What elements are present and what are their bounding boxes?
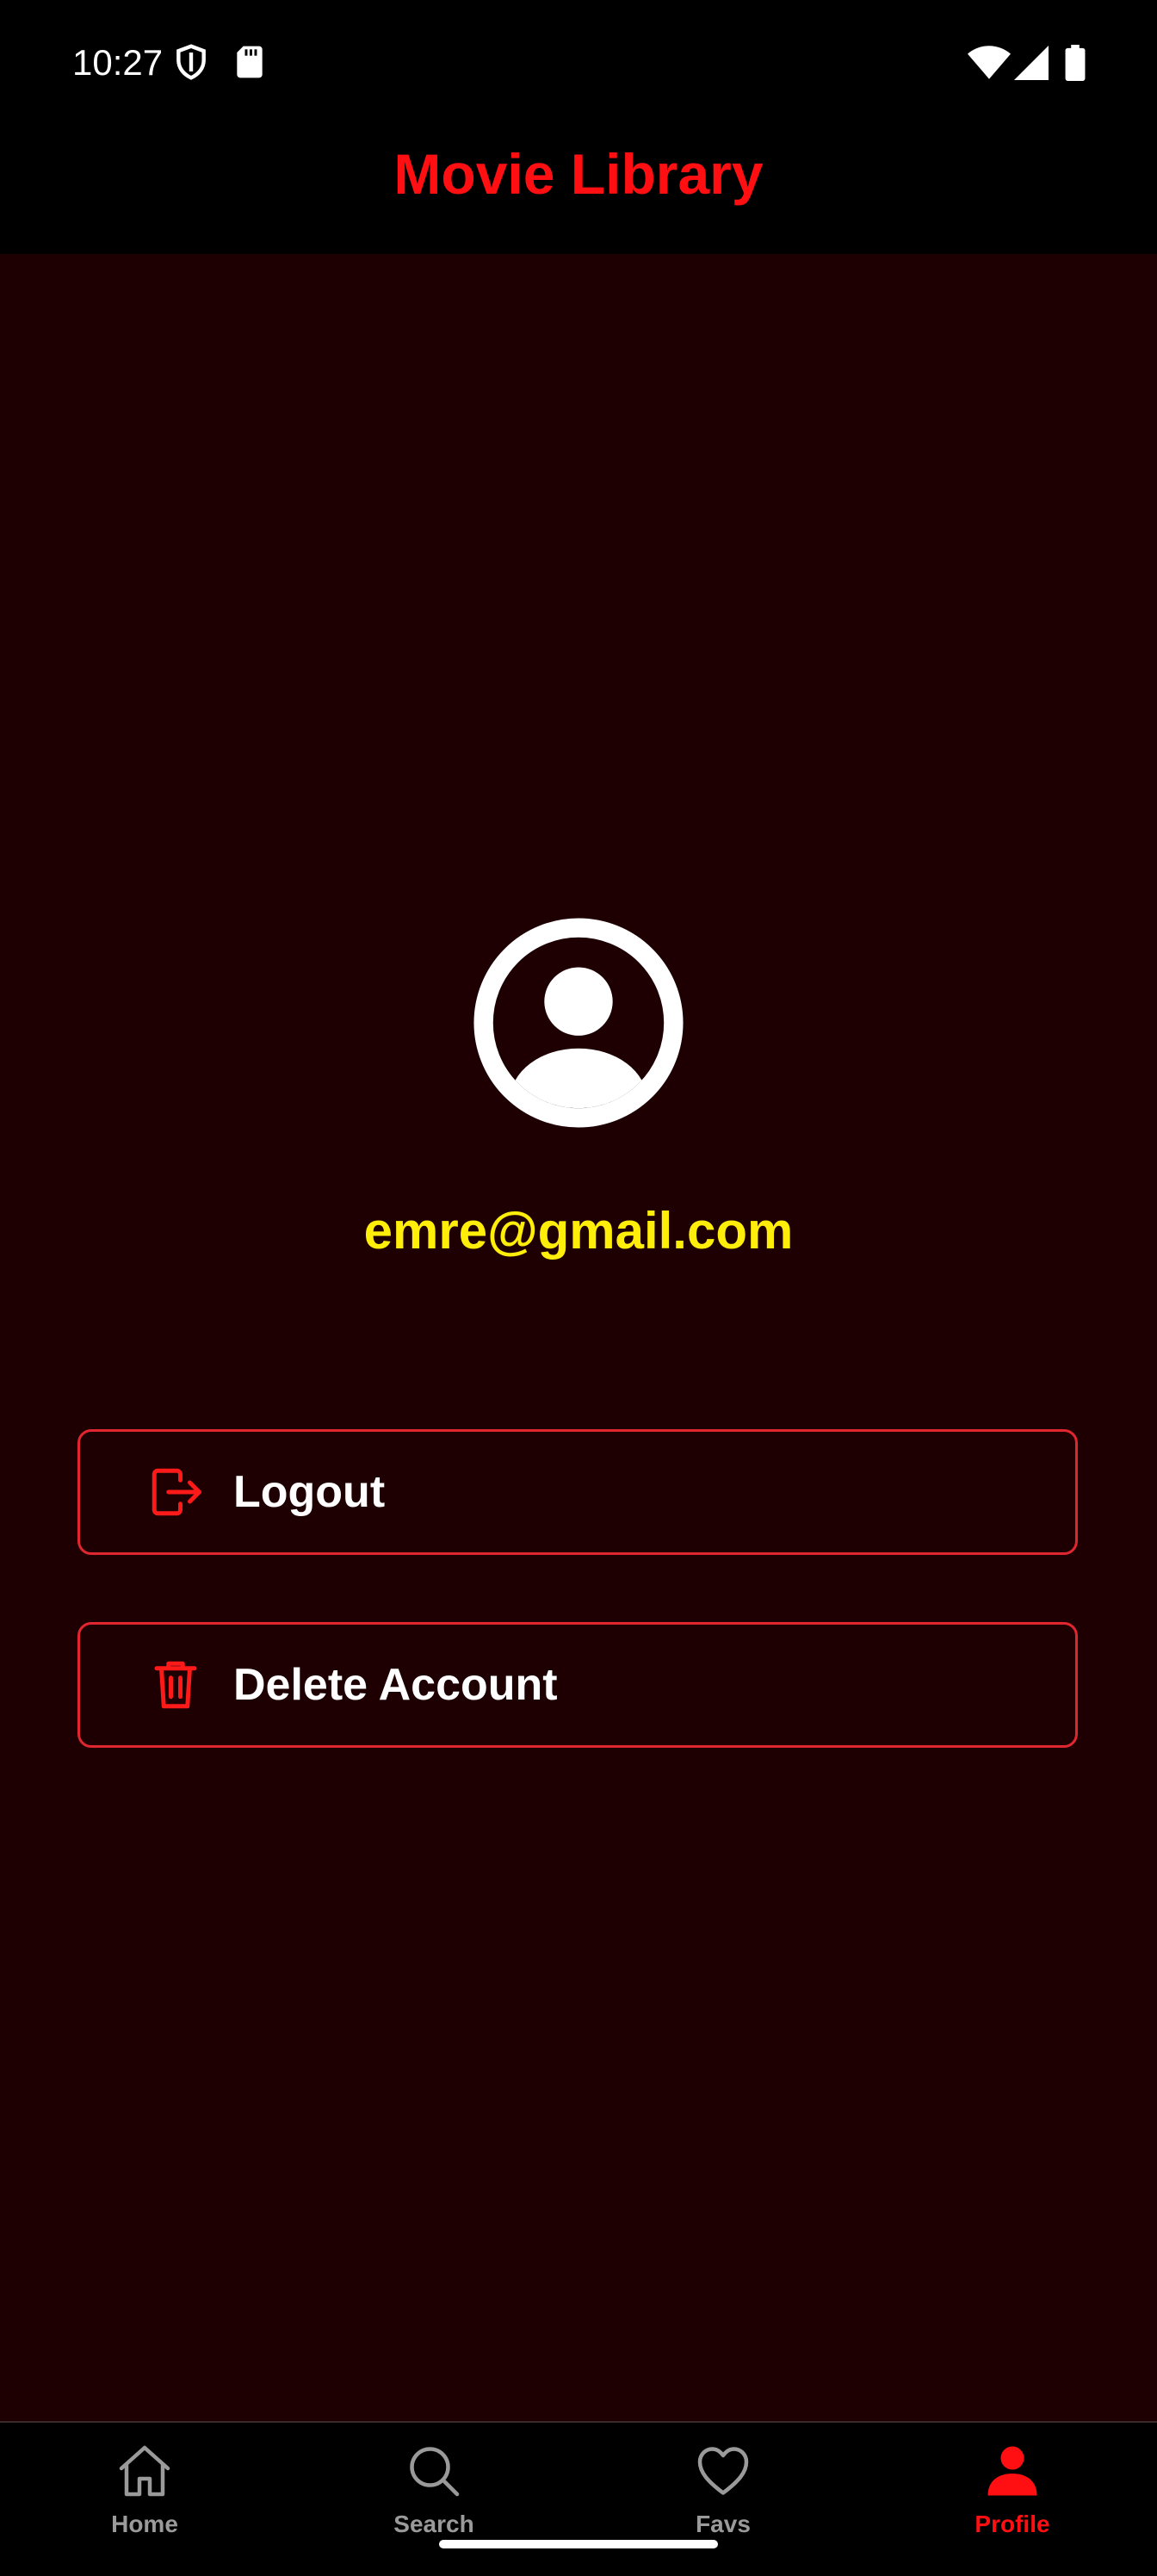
delete-account-button[interactable]: Delete Account	[77, 1622, 1078, 1748]
nav-label-profile: Profile	[974, 2511, 1050, 2537]
app-bar: Movie Library	[0, 129, 1157, 254]
user-email: emre@gmail.com	[363, 1202, 794, 1260]
nav-label-favs: Favs	[696, 2511, 751, 2537]
home-indicator[interactable]	[439, 2540, 718, 2548]
nav-label-home: Home	[111, 2511, 178, 2537]
delete-account-label: Delete Account	[233, 1660, 558, 1710]
nav-item-favs[interactable]: Favs	[578, 2423, 868, 2576]
signal-icon	[1014, 46, 1049, 80]
sd-card-icon	[237, 46, 263, 78]
shield-icon	[176, 44, 206, 80]
bottom-navigation: Home Search Favs Profile	[0, 2421, 1157, 2576]
person-icon	[987, 2446, 1037, 2496]
trash-icon	[154, 1661, 197, 1709]
nav-item-profile[interactable]: Profile	[868, 2423, 1157, 2576]
profile-screen: 10:27 Movie Library emre@gmail.com Logou…	[0, 0, 1157, 2576]
logout-button[interactable]: Logout	[77, 1429, 1078, 1555]
home-icon	[119, 2445, 170, 2497]
logout-label: Logout	[233, 1467, 386, 1517]
battery-icon	[1065, 45, 1086, 81]
account-circle-icon	[473, 918, 684, 1128]
app-title: Movie Library	[393, 142, 764, 206]
status-time: 10:27	[72, 42, 164, 83]
nav-item-search[interactable]: Search	[289, 2423, 578, 2576]
heart-icon	[697, 2447, 749, 2495]
status-bar: 10:27	[0, 0, 1157, 129]
nav-label-search: Search	[393, 2511, 474, 2537]
nav-item-home[interactable]: Home	[0, 2423, 289, 2576]
logout-icon	[152, 1468, 201, 1516]
wifi-icon	[968, 46, 1011, 79]
search-icon	[410, 2447, 460, 2497]
